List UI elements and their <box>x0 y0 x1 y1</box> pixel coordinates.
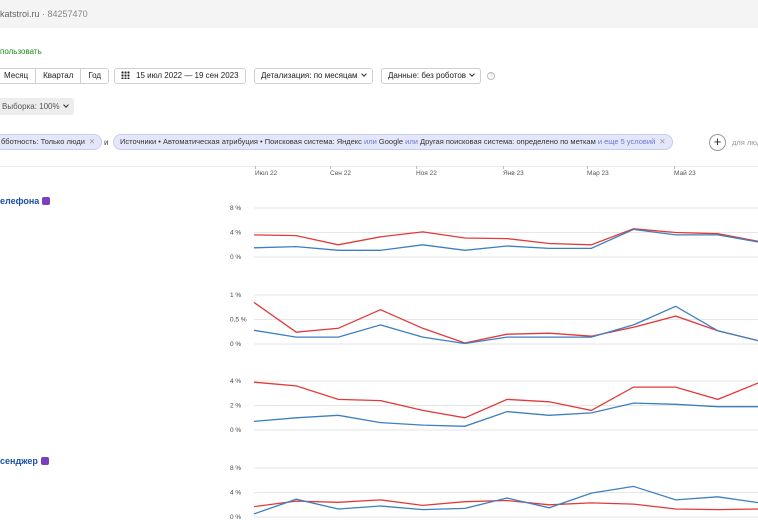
y-tick-label: 8 % <box>230 205 241 212</box>
y-tick-label: 4 % <box>230 378 241 385</box>
y-tick-label: 0 % <box>230 427 241 434</box>
y-tick-label: 0,5 % <box>230 317 247 324</box>
blue-series-line <box>253 402 758 427</box>
y-tick-label: 0 % <box>230 341 241 348</box>
charts-svg: 8 % 4 % 0 % 1 % 0,5 % 0 % 4 % 2 % 0 % 8 % 4 % 0 % <box>230 205 758 520</box>
y-tick-label: 1 % <box>230 292 241 299</box>
y-tick-label: 8 % <box>230 465 241 472</box>
y-tick-label: 4 % <box>230 490 241 497</box>
red-series-line <box>253 228 758 246</box>
y-tick-label: 0 % <box>230 254 241 261</box>
y-tick-label: 2 % <box>230 403 241 410</box>
blue-series-line <box>253 305 758 345</box>
red-series-line <box>253 499 758 511</box>
y-tick-label: 4 % <box>230 230 241 237</box>
y-tick-label: 0 % <box>230 514 241 520</box>
